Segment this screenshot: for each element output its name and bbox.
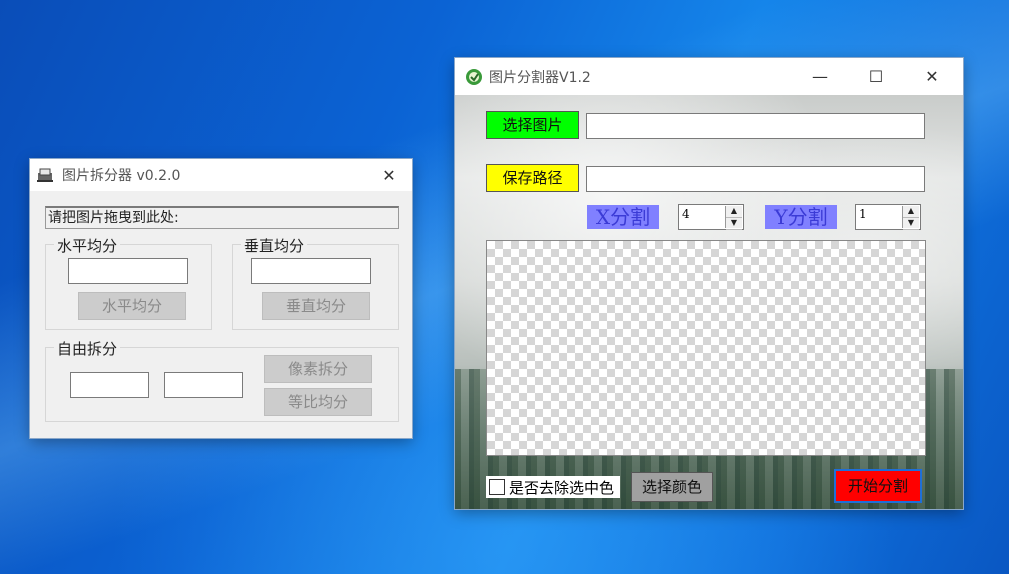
save-path-button[interactable]: 保存路径	[486, 164, 579, 192]
x-split-value: 4	[682, 207, 690, 221]
checkbox-icon[interactable]	[489, 479, 505, 495]
title-bar[interactable]: 图片拆分器 v0.2.0 ✕	[30, 159, 412, 191]
spinner-arrows[interactable]: ▲ ▼	[902, 206, 919, 230]
close-icon[interactable]: ✕	[909, 58, 955, 95]
group-label: 垂直均分	[241, 235, 308, 256]
pixel-split-button[interactable]: 像素拆分	[264, 355, 372, 383]
app-icon	[36, 167, 54, 183]
y-split-label: Y分割	[765, 205, 837, 229]
choose-color-button[interactable]: 选择颜色	[631, 472, 713, 502]
ratio-split-button[interactable]: 等比均分	[264, 388, 372, 416]
horizontal-split-group: 水平均分 水平均分	[45, 235, 212, 330]
vertical-split-group: 垂直均分 垂直均分	[232, 235, 399, 330]
horizontal-split-button[interactable]: 水平均分	[78, 292, 186, 320]
group-label: 水平均分	[54, 235, 121, 256]
checkbox-label: 是否去除选中色	[509, 478, 615, 497]
window-title: 图片拆分器 v0.2.0	[62, 168, 181, 184]
vertical-count-input[interactable]	[251, 258, 371, 284]
spinner-arrows[interactable]: ▲ ▼	[725, 206, 742, 230]
image-splitter-window: 图片拆分器 v0.2.0 ✕ 请把图片拖曳到此处: 水平均分 水平均分 垂直均分…	[30, 159, 412, 438]
y-split-value: 1	[859, 207, 867, 221]
drop-zone[interactable]: 请把图片拖曳到此处:	[45, 206, 399, 229]
free-split-input-2[interactable]	[164, 372, 243, 398]
spin-up-icon[interactable]: ▲	[726, 206, 742, 218]
remove-color-checkbox[interactable]: 是否去除选中色	[486, 476, 621, 498]
start-split-button[interactable]: 开始分割	[834, 469, 922, 503]
save-path-input[interactable]	[586, 166, 925, 192]
minimize-icon[interactable]: —	[797, 58, 843, 95]
title-bar[interactable]: 图片分割器V1.2 — ☐ ✕	[455, 58, 963, 95]
close-icon[interactable]: ✕	[366, 159, 412, 191]
x-split-label: X分割	[587, 205, 659, 229]
maximize-icon[interactable]: ☐	[853, 58, 899, 95]
group-label: 自由拆分	[54, 338, 121, 359]
window-title: 图片分割器V1.2	[489, 69, 591, 86]
spin-down-icon[interactable]: ▼	[726, 218, 742, 230]
free-split-input-1[interactable]	[70, 372, 149, 398]
free-split-group: 自由拆分 像素拆分 等比均分	[45, 338, 399, 422]
select-image-button[interactable]: 选择图片	[486, 111, 579, 139]
image-divider-window: 图片分割器V1.2 — ☐ ✕ 选择图片 保存路径 X分割 4 ▲ ▼ Y分割 1…	[455, 58, 963, 509]
vertical-split-button[interactable]: 垂直均分	[262, 292, 370, 320]
image-preview-canvas[interactable]	[486, 240, 926, 456]
app-icon	[465, 68, 483, 86]
x-split-spinner[interactable]: 4 ▲ ▼	[678, 204, 744, 230]
spin-down-icon[interactable]: ▼	[903, 218, 919, 230]
image-path-input[interactable]	[586, 113, 925, 139]
horizontal-count-input[interactable]	[68, 258, 188, 284]
client-area: 选择图片 保存路径 X分割 4 ▲ ▼ Y分割 1 ▲ ▼ 是否去除选中色 选择颜色…	[455, 95, 963, 509]
y-split-spinner[interactable]: 1 ▲ ▼	[855, 204, 921, 230]
spin-up-icon[interactable]: ▲	[903, 206, 919, 218]
